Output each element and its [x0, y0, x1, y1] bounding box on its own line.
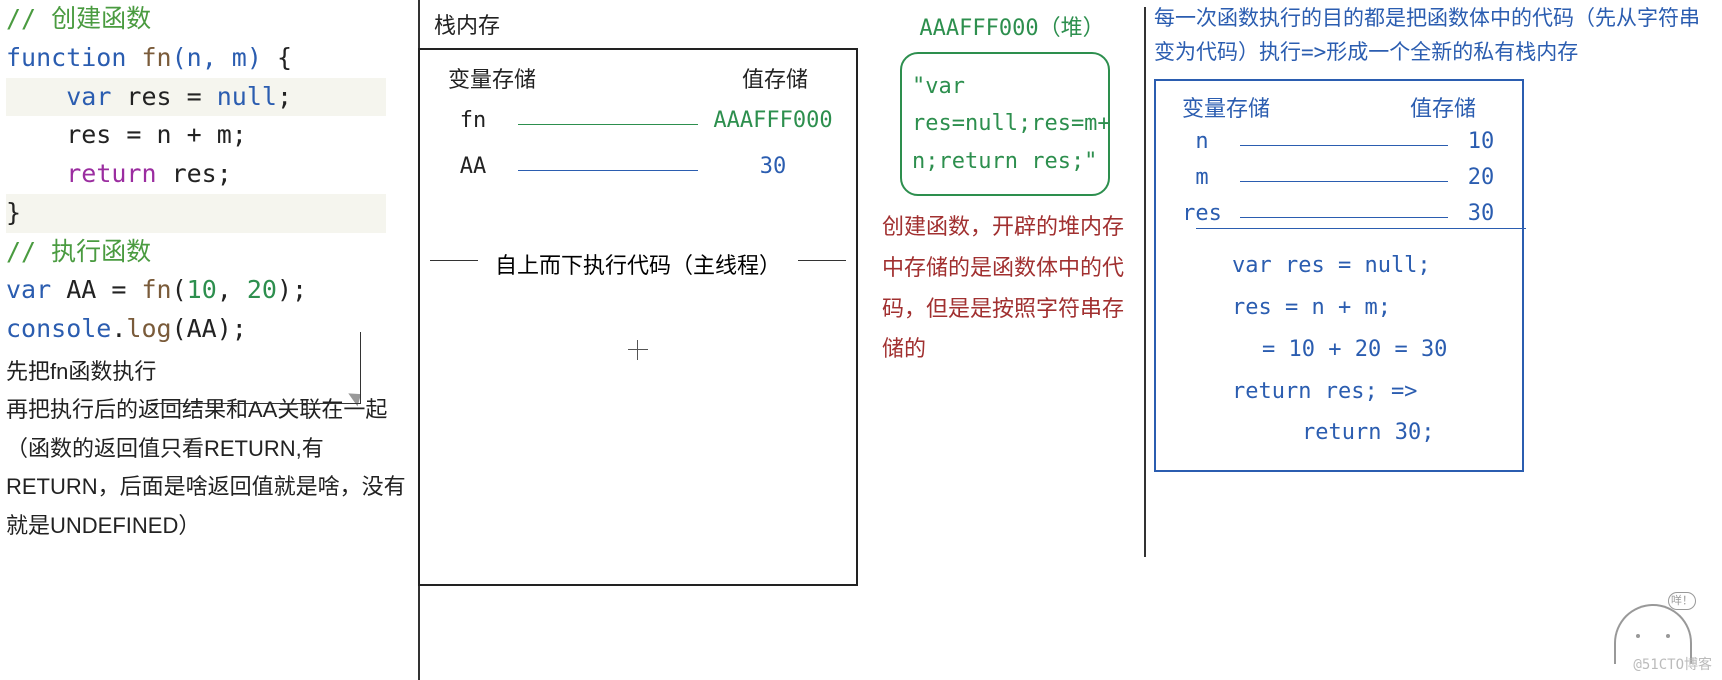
op-eq: =	[187, 82, 217, 111]
watermark: @51CTO博客	[1633, 654, 1712, 674]
arrow-line	[1240, 217, 1448, 218]
private-stack-box: 变量存储 值存储 n 10 m 20 res 30 var res = null…	[1154, 79, 1524, 472]
fn-name: fn	[141, 43, 171, 72]
lit-10: 10	[187, 275, 217, 304]
var-name: AA	[438, 154, 508, 179]
expl-line: 再把执行后的返回结果和AA关联在一起	[6, 391, 416, 430]
var-value: 10	[1456, 129, 1506, 154]
trace-line: var res = null;	[1232, 245, 1506, 287]
fn-args: (n, m)	[172, 43, 262, 72]
expl-line: （函数的返回值只看RETURN,有RETURN，后面是啥返回值就是啥，没有就是U…	[6, 430, 416, 546]
code-column: // 创建函数 function fn(n, m) { var res = nu…	[6, 0, 416, 545]
code-comment-create: // 创建函数	[6, 4, 151, 33]
heap-code-line: "var	[912, 68, 1098, 105]
trace-line: = 10 + 20 = 30	[1232, 329, 1506, 371]
heap-explanation: 创建函数，开辟的堆内存中存储的是函数体中的代码，但是是按照字符串存储的	[882, 208, 1132, 371]
stack-row-aa: AA 30	[438, 146, 838, 186]
priv-row-m: m 20	[1172, 159, 1506, 195]
priv-row-n: n 10	[1172, 123, 1506, 159]
var-value: AAAFFF000	[708, 108, 838, 133]
code-line-assign: res = n + m;	[6, 120, 247, 149]
lit-null: null	[217, 82, 277, 111]
var-name: fn	[438, 108, 508, 133]
heap-code-line: res=null;res=m+	[912, 105, 1098, 142]
heap-column: AAAFFF000（堆） "var res=null;res=m+ n;retu…	[882, 4, 1142, 371]
expl-line: 先把fn函数执行	[6, 353, 416, 392]
hdr-val: 值存储	[1410, 91, 1476, 123]
semi: ;	[277, 82, 292, 111]
kw-return: return	[66, 159, 156, 188]
var-name: n	[1172, 129, 1232, 154]
console: console	[6, 314, 111, 343]
private-stack-column: 每一次函数执行的目的都是把函数体中的代码（先从字符串变为代码）执行=>形成一个全…	[1154, 2, 1714, 472]
hdr-var: 变量存储	[448, 62, 536, 94]
crosshair-icon	[628, 340, 648, 360]
log-args: (AA);	[172, 314, 247, 343]
var-name: m	[1172, 165, 1232, 190]
brace-open: {	[262, 43, 292, 72]
code-explanation: 先把fn函数执行 再把执行后的返回结果和AA关联在一起 （函数的返回值只看RET…	[6, 353, 416, 546]
stack-row-fn: fn AAAFFF000	[438, 100, 838, 140]
call-fn: fn	[141, 275, 171, 304]
kw-var: var	[66, 82, 111, 111]
private-code-trace: var res = null; res = n + m; = 10 + 20 =…	[1232, 245, 1506, 454]
code-comment-exec: // 执行函数	[6, 237, 151, 266]
id-res: res	[111, 82, 186, 111]
arrow-line	[518, 124, 698, 125]
hdr-var: 变量存储	[1182, 91, 1270, 123]
private-header: 变量存储 值存储	[1172, 91, 1506, 123]
brace-close: }	[6, 198, 21, 227]
heap-title: AAAFFF000（堆）	[882, 10, 1142, 42]
stack-midline-label: 自上而下执行代码（主线程）	[478, 248, 798, 280]
stack-box: 变量存储 值存储 fn AAAFFF000 AA 30 自上而下执行代码（主线程…	[418, 48, 858, 586]
trace-line: return 30;	[1232, 412, 1506, 454]
priv-row-res: res 30	[1172, 195, 1506, 231]
mascot-bubble: 咩！	[1668, 592, 1696, 610]
heap-code-line: n;return res;"	[912, 143, 1098, 180]
hdr-val: 值存储	[742, 62, 808, 94]
lit-20: 20	[247, 275, 277, 304]
dot: .	[111, 314, 126, 343]
var-name: res	[1172, 201, 1232, 226]
arrow-line	[1240, 145, 1448, 146]
trace-line: return res; =>	[1232, 371, 1506, 413]
call-open: (	[172, 275, 187, 304]
kw-var2: var	[6, 275, 51, 304]
var-value: 30	[1456, 201, 1506, 226]
private-intro: 每一次函数执行的目的都是把函数体中的代码（先从字符串变为代码）执行=>形成一个全…	[1154, 2, 1714, 69]
id-aa: AA =	[51, 275, 141, 304]
call-close: );	[277, 275, 307, 304]
source-code: // 创建函数 function fn(n, m) { var res = nu…	[6, 0, 416, 349]
return-expr: res;	[157, 159, 232, 188]
divider-2	[1144, 7, 1146, 557]
trace-line: res = n + m;	[1232, 287, 1506, 329]
var-value: 20	[1456, 165, 1506, 190]
heap-box: "var res=null;res=m+ n;return res;"	[900, 52, 1110, 196]
stack-header: 变量存储 值存储	[438, 62, 838, 94]
var-value: 30	[708, 154, 838, 179]
arrow-line	[1240, 181, 1448, 182]
comma: ,	[217, 275, 247, 304]
kw-function: function	[6, 43, 126, 72]
log: log	[126, 314, 171, 343]
arrow-line	[518, 170, 698, 171]
